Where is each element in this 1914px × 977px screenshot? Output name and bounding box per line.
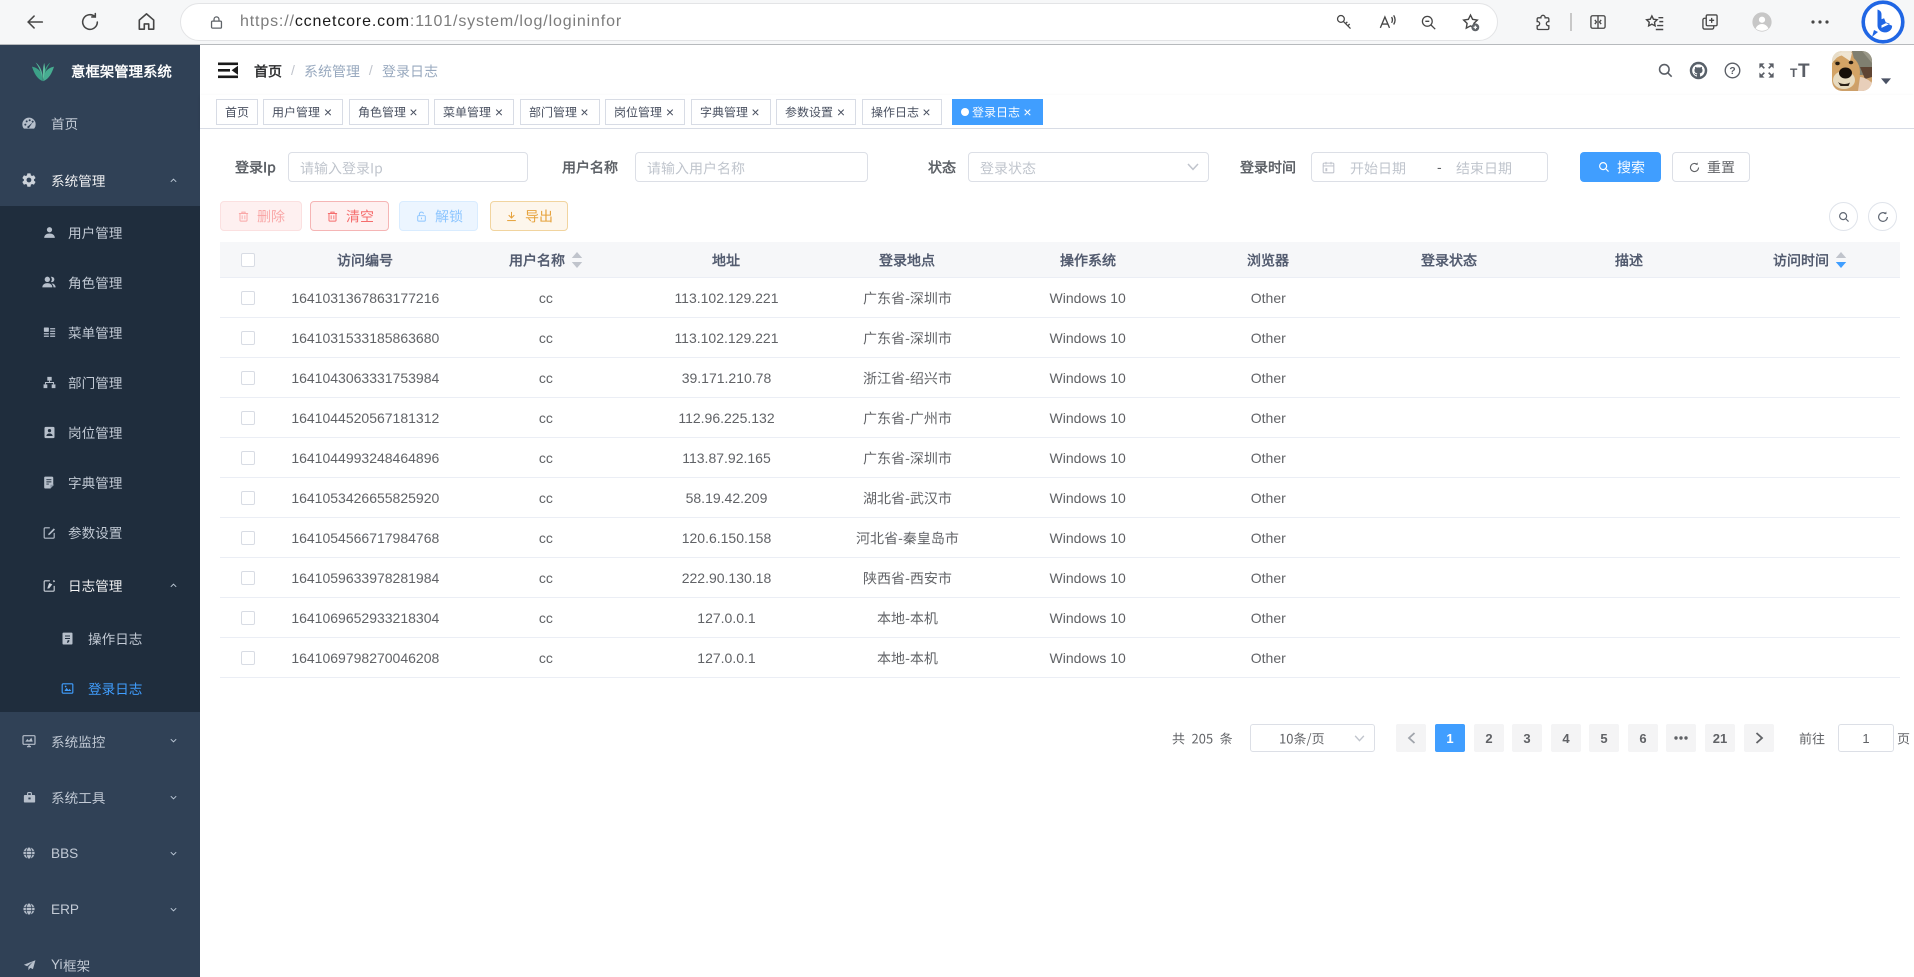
svg-text:?: ? (1729, 66, 1735, 77)
svg-text:T: T (1798, 61, 1810, 82)
svg-text:T: T (1790, 66, 1798, 80)
